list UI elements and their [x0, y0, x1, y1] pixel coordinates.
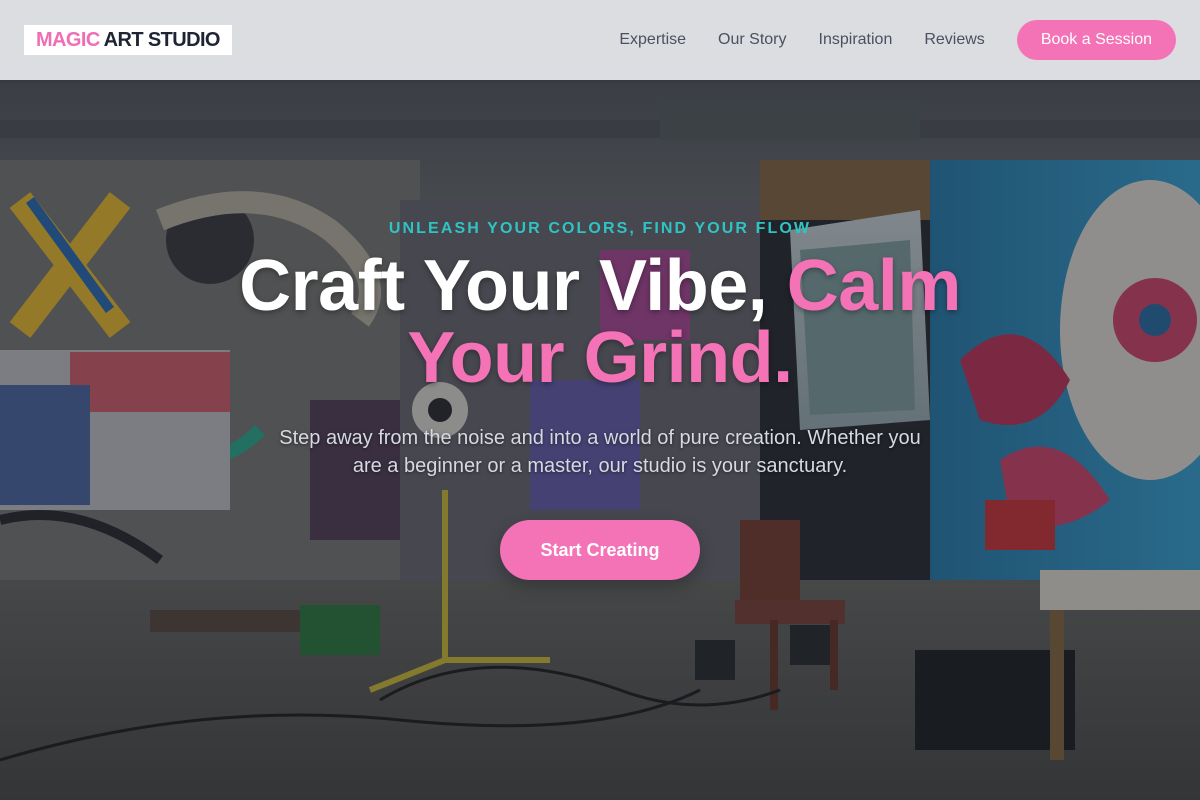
logo-art-studio-text: ART STUDIO	[103, 28, 221, 51]
hero-subtext: Step away from the noise and into a worl…	[279, 427, 921, 477]
headline-white-text: Craft Your Vibe,	[239, 246, 768, 326]
headline-accent-text-2: Your Grind.	[407, 318, 793, 398]
logo-magic-text: MAGIC	[36, 28, 100, 51]
hero-tagline: UNLEASH YOUR COLORS, FIND YOUR FLOW	[388, 220, 812, 237]
nav-link-inspiration[interactable]: Inspiration	[819, 31, 893, 49]
hero-headline: Craft Your Vibe, Calm Your Grind.	[239, 250, 961, 394]
main-nav: Expertise Our Story Inspiration Reviews …	[619, 20, 1176, 60]
start-creating-button[interactable]: Start Creating	[500, 520, 700, 580]
hero-section: UNLEASH YOUR COLORS, FIND YOUR FLOW Craf…	[0, 80, 1200, 800]
nav-link-reviews[interactable]: Reviews	[924, 31, 984, 49]
nav-link-our-story[interactable]: Our Story	[718, 31, 786, 49]
headline-accent-text-1: Calm	[786, 246, 962, 326]
book-session-button[interactable]: Book a Session	[1016, 20, 1176, 60]
nav-link-expertise[interactable]: Expertise	[619, 31, 686, 49]
top-navbar: MAGIC ART STUDIO Expertise Our Story Ins…	[0, 0, 1200, 80]
brand-logo[interactable]: MAGIC ART STUDIO	[24, 25, 232, 55]
